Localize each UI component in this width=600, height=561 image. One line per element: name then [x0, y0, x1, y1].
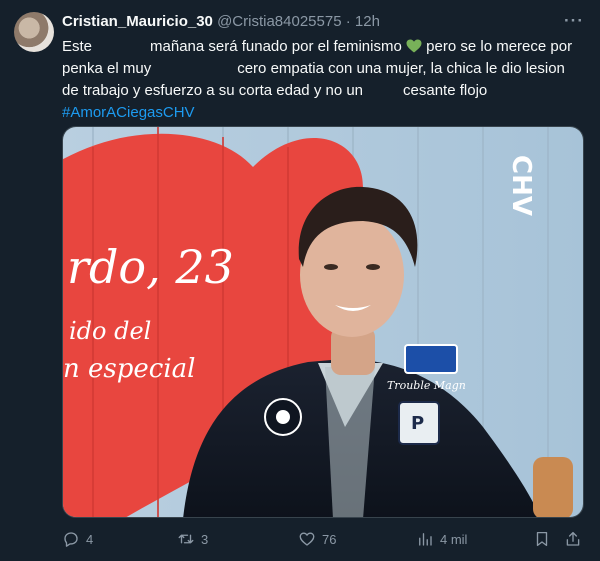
heart-icon [299, 532, 315, 546]
text-segment: pero se lo merece por [426, 38, 573, 55]
more-options-icon[interactable]: ··· [564, 11, 584, 31]
channel-logo: CHV [506, 155, 536, 216]
reply-icon [64, 532, 78, 547]
overlay-name-text: rdo, 23 [67, 240, 234, 294]
text-segment: de trabajo y esfuerzo a su corta edad y … [62, 82, 364, 99]
tweet-actions: 4 3 76 4 mil [62, 530, 590, 554]
media-photo: rdo, 23 ido del n especial CHV Trouble M… [63, 127, 583, 517]
green-heart-icon [406, 39, 422, 53]
repost-icon [178, 534, 194, 544]
share-icon [566, 531, 580, 546]
overlay-text-3: n especial [63, 354, 195, 384]
text-segment: penka el muy [62, 60, 152, 77]
tweet-line-3: de trabajo y esfuerzo a su corta edad y … [62, 80, 590, 102]
display-name[interactable]: Cristian_Mauricio_30 [62, 13, 213, 30]
views-button[interactable]: 4 mil [416, 530, 467, 548]
text-segment: mañana será funado por el feminismo [150, 38, 402, 55]
tweet-header: Cristian_Mauricio_30 @Cristia84025575 · … [62, 13, 380, 30]
tweet-line-2: penka el muy cero empatia con una mujer, … [62, 58, 590, 80]
bookmark-button[interactable] [533, 530, 557, 548]
like-button[interactable]: 76 [298, 530, 336, 548]
tweet[interactable]: Cristian_Mauricio_30 @Cristia84025575 · … [0, 0, 600, 561]
share-button[interactable] [564, 530, 588, 548]
overlay-text-2: ido del [69, 317, 151, 345]
bookmark-icon [536, 531, 548, 547]
jacket-script-text: Trouble Magn [387, 379, 466, 392]
jacket-patch-letter: P [411, 413, 424, 434]
views-icon [419, 533, 432, 546]
like-count: 76 [322, 531, 337, 547]
reply-button[interactable]: 4 [62, 530, 93, 548]
user-handle[interactable]: @Cristia84025575 [217, 13, 341, 30]
text-segment: cero empatia con una mujer, la chica le … [237, 60, 565, 77]
repost-button[interactable]: 3 [177, 530, 208, 548]
hashtag-link[interactable]: #AmorACiegasCHV [62, 102, 590, 124]
reply-count: 4 [86, 531, 94, 547]
repost-count: 3 [201, 531, 209, 547]
tweet-line-1: Este mañana será funado por el feminismo … [62, 36, 590, 58]
tweet-media-image[interactable]: rdo, 23 ido del n especial CHV Trouble M… [62, 126, 584, 518]
text-segment: cesante flojo [403, 82, 488, 99]
views-count: 4 mil [440, 531, 468, 547]
timestamp[interactable]: 12h [355, 13, 380, 30]
text-segment: Este [62, 38, 93, 55]
tweet-text: Este mañana será funado por el feminismo … [62, 36, 590, 124]
avatar[interactable] [14, 12, 54, 52]
separator: · [345, 13, 351, 30]
